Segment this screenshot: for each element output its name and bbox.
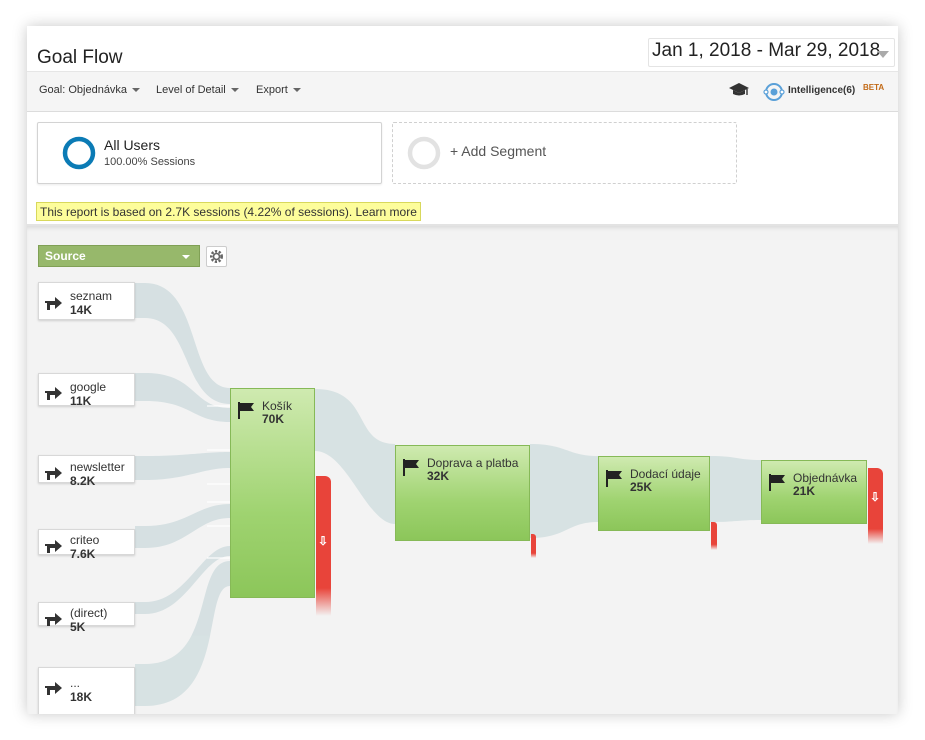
settings-button[interactable] xyxy=(206,246,227,267)
date-range-picker[interactable]: Jan 1, 2018 - Mar 29, 2018 xyxy=(648,38,895,67)
gear-icon xyxy=(210,250,223,263)
step-name: Objednávka xyxy=(793,471,858,485)
flow-band-newsletter xyxy=(135,452,230,480)
level-of-detail-label: Level of Detail xyxy=(156,84,226,96)
chevron-down-icon xyxy=(230,88,239,93)
step-value: 32K xyxy=(427,469,450,483)
step-value: 70K xyxy=(262,412,285,426)
arrow-right-icon xyxy=(45,297,62,310)
step-name: Košík xyxy=(262,399,293,413)
flag-icon xyxy=(769,474,785,491)
source-node-google[interactable]: google 11K xyxy=(38,373,135,408)
source-node-criteo[interactable]: criteo 7.6K xyxy=(38,529,135,561)
source-dimension-dropdown[interactable]: Source xyxy=(38,245,200,267)
export-dropdown[interactable]: Export xyxy=(256,84,301,96)
dropoff-doprava-a-platba[interactable] xyxy=(531,534,536,558)
flag-icon xyxy=(238,402,254,419)
chevron-down-icon xyxy=(132,88,141,93)
chevron-down-icon xyxy=(877,51,889,58)
goal-step-doprava-a-platba[interactable]: Doprava a platba 32K xyxy=(395,445,530,541)
arrow-right-icon xyxy=(45,467,62,480)
app-window: Goal Flow Jan 1, 2018 - Mar 29, 2018 Goa… xyxy=(27,26,898,714)
intelligence-link[interactable]: Intelligence(6) xyxy=(788,85,855,96)
arrow-right-icon xyxy=(45,682,62,695)
step-value: 21K xyxy=(793,484,816,498)
step-name: Dodací údaje xyxy=(630,467,701,481)
source-node-other[interactable]: ... 18K xyxy=(38,667,135,714)
level-of-detail-dropdown[interactable]: Level of Detail xyxy=(156,84,239,96)
graduation-cap-icon[interactable] xyxy=(728,82,750,98)
flow-band-step3-step4 xyxy=(710,456,761,522)
goal-step-objednavka[interactable]: Objednávka 21K xyxy=(761,460,867,524)
arrow-right-icon xyxy=(45,387,62,400)
segment-all-users[interactable]: All Users 100.00% Sessions xyxy=(37,122,382,184)
add-segment-button[interactable]: + Add Segment xyxy=(392,122,737,184)
source-name: ... xyxy=(70,676,81,690)
goal-dropdown[interactable]: Goal: Objednávka xyxy=(39,84,141,96)
page-title: Goal Flow xyxy=(37,47,123,68)
date-range-label: Jan 1, 2018 - Mar 29, 2018 xyxy=(652,40,881,61)
report-header: Goal Flow Jan 1, 2018 - Mar 29, 2018 Goa… xyxy=(27,26,898,224)
add-segment-label: + Add Segment xyxy=(450,143,547,159)
source-name: google xyxy=(70,380,107,394)
export-label: Export xyxy=(256,84,288,96)
chevron-down-icon xyxy=(182,255,190,259)
source-name: newsletter xyxy=(70,460,125,474)
source-node-seznam[interactable]: seznam 14K xyxy=(38,282,135,320)
flow-band-step2-step3 xyxy=(530,444,598,538)
source-node-newsletter[interactable]: newsletter 8.2K xyxy=(38,455,135,488)
down-arrow-icon: ⇩ xyxy=(318,534,329,548)
dropoff-objednavka[interactable]: ⇩ xyxy=(868,468,883,544)
toolbar: Goal: Objednávka Level of Detail Export … xyxy=(27,72,898,112)
goal-step-dodaci-udaje[interactable]: Dodací údaje 25K xyxy=(598,456,710,531)
source-value: 14K xyxy=(70,303,93,317)
beta-badge: BETA xyxy=(863,83,885,92)
flow-band-other xyxy=(135,561,230,706)
arrow-right-icon xyxy=(45,613,62,626)
goal-step-kosik[interactable]: Košík 70K xyxy=(230,388,315,598)
flow-canvas: Source seznam 14K google 11K newsletter … xyxy=(27,224,898,714)
segment-donut-icon xyxy=(62,136,96,170)
source-value: 11K xyxy=(70,394,92,408)
source-value: 5K xyxy=(70,620,86,634)
source-name: seznam xyxy=(70,289,113,303)
dropoff-dodaci-udaje[interactable] xyxy=(711,522,717,550)
source-name: (direct) xyxy=(70,606,108,620)
chevron-down-icon xyxy=(292,88,301,93)
segment-title: All Users xyxy=(104,137,161,153)
source-value: 18K xyxy=(70,690,93,704)
intelligence-icon[interactable] xyxy=(763,81,785,103)
segment-subtitle: 100.00% Sessions xyxy=(104,156,196,168)
step-value: 25K xyxy=(630,480,653,494)
sampling-notice: This report is based on 2.7K sessions (4… xyxy=(36,202,421,221)
learn-more-link[interactable]: Learn more xyxy=(356,205,417,219)
sampling-notice-text: This report is based on 2.7K sessions (4… xyxy=(40,205,353,219)
segment-placeholder-icon xyxy=(407,136,441,170)
source-node-direct[interactable]: (direct) 5K xyxy=(38,602,135,634)
down-arrow-icon: ⇩ xyxy=(870,490,881,504)
step-name: Doprava a platba xyxy=(427,456,519,470)
source-dimension-label: Source xyxy=(45,249,86,263)
arrow-right-icon xyxy=(45,540,62,553)
source-name: criteo xyxy=(70,533,100,547)
source-value: 8.2K xyxy=(70,474,96,488)
flag-icon xyxy=(403,459,419,476)
goal-dropdown-label: Goal: Objednávka xyxy=(39,84,128,96)
dropoff-kosik[interactable]: ⇩ xyxy=(316,476,331,616)
flag-icon xyxy=(606,470,622,487)
source-value: 7.6K xyxy=(70,547,96,561)
